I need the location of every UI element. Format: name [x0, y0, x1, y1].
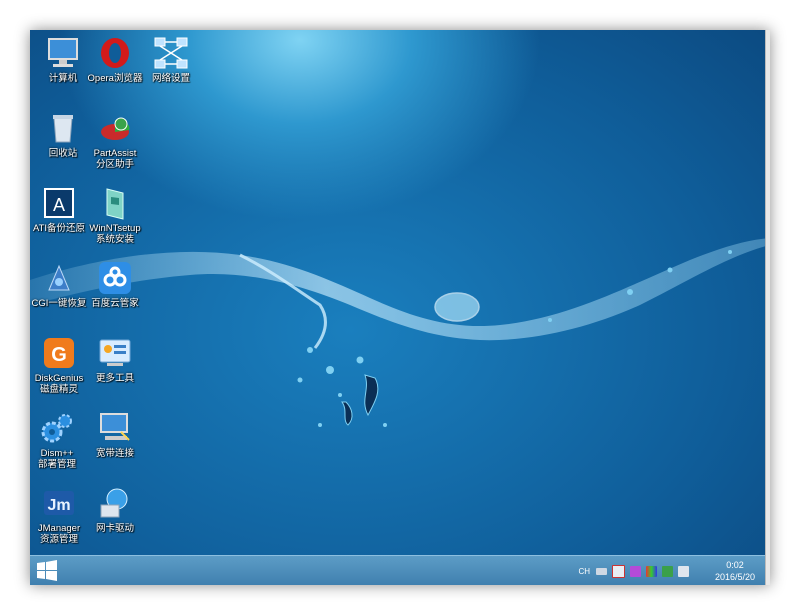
icon-label-line2: 资源管理	[39, 534, 78, 545]
display-tray-icon[interactable]	[646, 565, 657, 577]
icon-label: 宽带连接	[95, 448, 134, 459]
desktop-icon-ati-backup[interactable]: A ATI备份还原	[30, 185, 90, 234]
desktop-icon-nic-driver[interactable]: 网卡驱动	[84, 485, 146, 534]
desktop-icon-diskgenius[interactable]: G DiskGenius 磁盘精灵	[30, 335, 90, 395]
svg-text:A: A	[53, 195, 65, 215]
recycle-bin-icon	[45, 110, 81, 146]
desktop-icon-partassist[interactable]: PartAssist 分区助手	[84, 110, 146, 170]
gear-icon	[39, 410, 75, 446]
icon-label-line1: PartAssist	[93, 148, 137, 159]
desktop-icon-winntsetup[interactable]: WinNTsetup 系统安装	[84, 185, 146, 245]
icon-label-line2: 磁盘精灵	[39, 384, 78, 395]
icon-label-line2: 系统安装	[95, 234, 134, 245]
desktop-background: 计算机 回收站 A ATI备份还原 CGI一键恢复 G DiskGenius 磁	[30, 30, 770, 555]
winntsetup-icon	[97, 185, 133, 221]
desktop-icon-jmanager[interactable]: Jm JManager 资源管理	[30, 485, 90, 545]
desktop-icon-more-tools[interactable]: 更多工具	[84, 335, 146, 384]
tool-tray-icon[interactable]	[630, 565, 641, 577]
clock-time: 0:02	[726, 560, 744, 570]
icon-label: Opera浏览器	[87, 73, 143, 84]
icon-label-line1: JManager	[37, 523, 81, 534]
desktop-icon-cgi-restore[interactable]: CGI一键恢复	[30, 260, 90, 309]
icon-label-line2: 部署管理	[37, 459, 76, 470]
toolbox-icon	[97, 335, 133, 371]
icon-label: 网络设置	[151, 73, 190, 84]
security-tray-icon[interactable]	[662, 565, 673, 577]
icon-label-line2: 分区助手	[95, 159, 134, 170]
network-disconnected-icon[interactable]	[612, 564, 625, 578]
system-tray: CH 0:02 2016/5/20	[578, 556, 764, 585]
icon-label: 网卡驱动	[95, 523, 134, 534]
desktop-icon-dism[interactable]: Dism++ 部署管理	[30, 410, 88, 470]
icon-label: CGI一键恢复	[31, 298, 87, 309]
icon-label-line1: DiskGenius	[34, 373, 84, 384]
opera-icon	[97, 35, 133, 71]
taskbar: CH 0:02 2016/5/20	[30, 555, 770, 585]
desktop-icon-network-settings[interactable]: 网络设置	[140, 35, 202, 84]
diskgenius-icon: G	[41, 335, 77, 371]
svg-text:G: G	[51, 344, 67, 366]
broadband-connection-icon	[97, 410, 133, 446]
partassist-icon	[97, 110, 133, 146]
desktop-icon-opera[interactable]: Opera浏览器	[84, 35, 146, 84]
svg-text:Jm: Jm	[47, 497, 70, 514]
start-button[interactable]	[36, 560, 58, 582]
screen: 计算机 回收站 A ATI备份还原 CGI一键恢复 G DiskGenius 磁	[30, 30, 770, 585]
right-edge-bar	[765, 30, 770, 585]
network-settings-icon	[153, 35, 189, 71]
cgi-restore-icon	[41, 260, 77, 296]
clock-date: 2016/5/20	[714, 572, 756, 582]
desktop-icon-broadband[interactable]: 宽带连接	[84, 410, 146, 459]
desktop-icon-baidu-cloud[interactable]: 百度云管家	[84, 260, 146, 309]
globe-network-icon	[97, 485, 133, 521]
volume-tray-icon[interactable]	[678, 565, 689, 577]
computer-icon	[45, 35, 81, 71]
baidu-cloud-icon	[97, 260, 133, 296]
icon-label: 更多工具	[95, 373, 134, 384]
windows-logo-icon	[37, 560, 57, 581]
keyboard-icon[interactable]	[596, 567, 607, 575]
icon-label: 百度云管家	[91, 298, 139, 309]
icon-label-line1: WinNTsetup	[89, 223, 141, 234]
ati-backup-icon: A	[41, 185, 77, 221]
icon-label: ATI备份还原	[32, 223, 86, 234]
jmanager-icon: Jm	[41, 485, 77, 521]
input-language-indicator[interactable]: CH	[578, 567, 590, 576]
clock[interactable]: 0:02 2016/5/20	[706, 559, 764, 583]
icon-label-line1: Dism++	[40, 448, 74, 459]
